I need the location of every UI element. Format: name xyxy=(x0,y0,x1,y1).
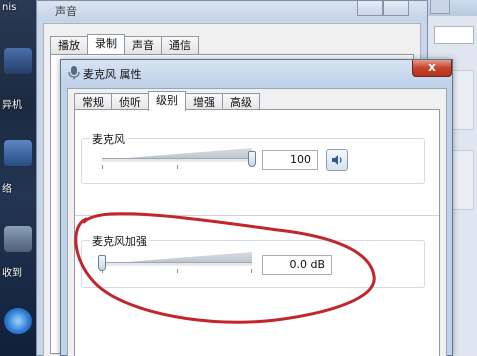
boost-slider-thumb[interactable] xyxy=(98,255,106,271)
desktop-icon-computer[interactable] xyxy=(4,48,32,74)
dialog-title: 麦克风 属性 xyxy=(83,68,142,81)
tab-sounds[interactable]: 声音 xyxy=(124,36,162,54)
close-icon: x xyxy=(428,60,436,74)
dialog-titlebar: 麦克风 属性 x xyxy=(61,60,452,86)
right-window-close-button[interactable] xyxy=(430,0,450,14)
tab-recording[interactable]: 录制 xyxy=(87,34,125,54)
desktop-label-4: 收到 xyxy=(2,268,22,279)
microphone-slider-tick xyxy=(102,165,103,169)
microphone-boost-label: 麦克风加强 xyxy=(90,233,149,249)
sound-window-title: 声音 xyxy=(55,5,77,18)
microphone-slider-tick xyxy=(177,165,178,169)
microphone-slider-thumb[interactable] xyxy=(248,151,256,167)
microphone-level-group: 麦克风 100 xyxy=(81,131,425,184)
sound-window-tabs: 播放 录制 声音 通信 xyxy=(50,34,199,54)
desktop-label-3: 络 xyxy=(2,184,12,195)
mute-button[interactable] xyxy=(326,149,348,171)
tab-playback[interactable]: 播放 xyxy=(50,36,88,54)
microphone-level-label: 麦克风 xyxy=(90,131,127,147)
tab-communications[interactable]: 通信 xyxy=(161,36,199,54)
desktop-icon-network[interactable] xyxy=(4,140,32,166)
dialog-client: 常规 侦听 级别 增强 高级 麦克风 100 麦克风加强 0.0 dB xyxy=(67,88,447,356)
tab-levels[interactable]: 级别 xyxy=(148,91,186,111)
right-window-search-box[interactable] xyxy=(434,26,474,44)
boost-slider-track[interactable] xyxy=(102,262,252,266)
desktop-label-1: nis xyxy=(2,2,17,13)
levels-panel: 麦克风 100 麦克风加强 0.0 dB xyxy=(74,109,440,356)
microphone-boost-value[interactable]: 0.0 dB xyxy=(262,255,332,275)
microphone-slider-track[interactable] xyxy=(102,158,252,162)
sound-window-minimize-button[interactable] xyxy=(357,1,383,16)
sound-window-titlebar: 声音 xyxy=(37,1,427,21)
microphone-boost-group: 麦克风加强 0.0 dB xyxy=(81,233,425,288)
desktop-background: nis 异机 络 收到 xyxy=(0,0,38,356)
close-button[interactable]: x xyxy=(412,60,452,77)
sound-window-maximize-button[interactable] xyxy=(383,1,409,16)
boost-slider-tick xyxy=(251,269,252,273)
boost-slider-tick xyxy=(177,269,178,273)
desktop-label-2: 异机 xyxy=(2,100,22,111)
microphone-level-value[interactable]: 100 xyxy=(262,150,318,170)
panel-separator xyxy=(75,215,439,216)
microphone-properties-dialog: 麦克风 属性 x 常规 侦听 级别 增强 高级 麦克风 100 麦克风加强 0.… xyxy=(60,59,453,356)
desktop-icon-ie[interactable] xyxy=(4,308,32,334)
microphone-icon xyxy=(68,66,80,80)
desktop-icon-recycle[interactable] xyxy=(4,226,32,252)
speaker-icon xyxy=(332,155,342,165)
